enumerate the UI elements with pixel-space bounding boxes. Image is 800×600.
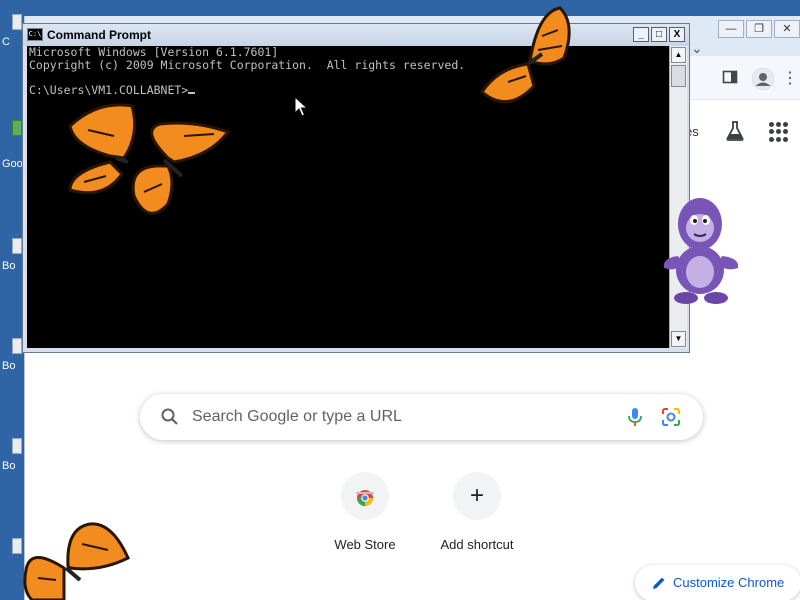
customize-chrome-button[interactable]: Customize Chrome	[635, 565, 800, 600]
text-cursor	[188, 91, 196, 94]
file-icon	[12, 14, 22, 30]
desktop-strip: C Goo Bo Bo Bo	[0, 0, 24, 600]
desktop-icon-label: C	[2, 36, 10, 48]
scroll-up-arrow-icon[interactable]: ▲	[671, 47, 686, 63]
labs-flask-icon[interactable]	[723, 120, 747, 144]
desktop-icon[interactable]: C	[0, 14, 24, 58]
mouse-pointer-icon	[294, 96, 308, 117]
console-prompt: C:\Users\VM1.COLLABNET>	[29, 82, 189, 97]
cmd-close-button[interactable]: X	[669, 27, 685, 42]
search-input[interactable]	[192, 406, 612, 428]
scrollbar-thumb[interactable]	[671, 65, 686, 87]
shortcut-icon	[12, 120, 22, 136]
chrome-restore-button[interactable]: ❐	[746, 20, 772, 38]
shortcut-label: Add shortcut	[440, 537, 514, 552]
file-icon	[12, 338, 22, 354]
voice-search-mic-icon[interactable]	[626, 406, 644, 428]
desktop-icon[interactable]: Goo	[0, 120, 24, 170]
desktop-icon-label: Bo	[2, 460, 16, 472]
cmd-window-title: Command Prompt	[47, 28, 152, 42]
chrome-web-store-icon	[341, 472, 389, 520]
google-lens-icon[interactable]	[660, 406, 682, 428]
pencil-icon	[653, 577, 665, 589]
cmd-app-icon: C:\	[27, 28, 43, 41]
search-icon	[161, 408, 178, 425]
plus-icon: +	[453, 472, 501, 520]
google-apps-icon[interactable]	[769, 122, 789, 142]
console-line: Copyright (c) 2009 Microsoft Corporation…	[29, 57, 466, 72]
chrome-window-controls: — ❐ ✕	[717, 16, 800, 44]
shortcut-add[interactable]: + Add shortcut	[421, 472, 533, 568]
cmd-title-bar[interactable]: C:\ Command Prompt _ □ X	[23, 24, 689, 46]
search-box[interactable]	[140, 394, 703, 440]
desktop-icon[interactable]: Bo	[0, 438, 24, 482]
purple-gorilla-assistant-icon[interactable]	[660, 194, 742, 306]
desktop-icon[interactable]: Bo	[0, 338, 24, 382]
customize-chrome-label: Customize Chrome	[673, 575, 785, 590]
console-output: Microsoft Windows [Version 6.1.7601] Cop…	[29, 46, 465, 96]
butterfly-icon	[68, 103, 231, 215]
avatar-icon[interactable]	[752, 68, 774, 90]
shortcut-label: Web Store	[334, 537, 396, 552]
chrome-menu-icon[interactable]: ⋮	[782, 68, 798, 90]
butterfly-icon	[480, 6, 571, 104]
desktop-icon[interactable]: Bo	[0, 238, 24, 282]
butterfly-icon	[23, 522, 130, 600]
desktop-icon-label: Goo	[2, 158, 23, 170]
desktop-icon-label: Bo	[2, 360, 16, 372]
desktop-icon-label: Bo	[2, 260, 16, 272]
cmd-window-controls: _ □ X	[633, 27, 685, 42]
file-icon	[12, 238, 22, 254]
shortcut-web-store[interactable]: Web Store	[309, 472, 421, 568]
file-icon	[12, 438, 22, 454]
cmd-maximize-button[interactable]: □	[651, 27, 667, 42]
scroll-down-arrow-icon[interactable]: ▼	[671, 331, 686, 347]
cmd-minimize-button[interactable]: _	[633, 27, 649, 42]
side-panel-icon[interactable]	[720, 69, 740, 89]
chrome-minimize-button[interactable]: —	[718, 20, 744, 38]
tab-search-chevron-icon[interactable]: ⌄	[691, 40, 703, 57]
chrome-close-button[interactable]: ✕	[774, 20, 800, 38]
